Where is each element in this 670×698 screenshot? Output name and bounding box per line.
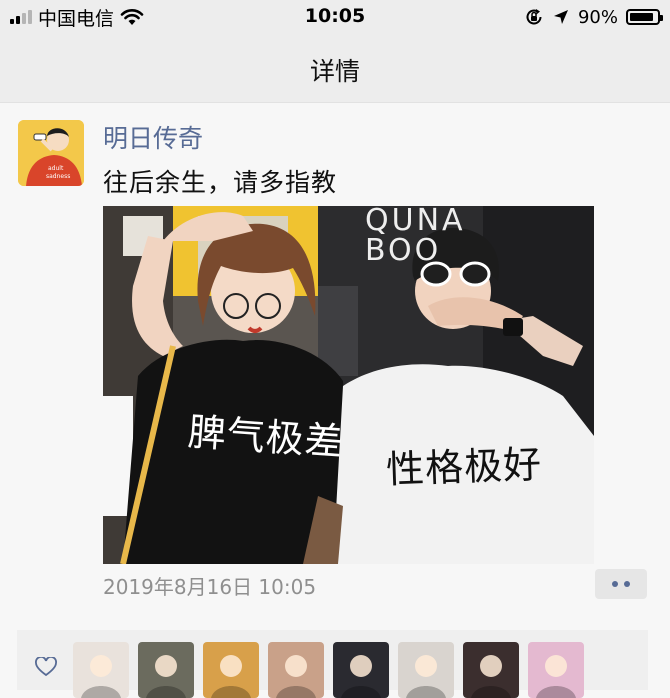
dot-icon xyxy=(612,581,618,587)
battery-icon xyxy=(626,9,663,25)
right-shirt-text: 性格极好 xyxy=(385,442,543,492)
liker-avatar[interactable] xyxy=(398,642,454,698)
more-actions-button[interactable] xyxy=(595,569,647,599)
liker-avatar[interactable] xyxy=(333,642,389,698)
left-shirt-text: 脾气极差 xyxy=(186,409,346,465)
heart-icon xyxy=(35,657,57,677)
navigation-bar: 详情 xyxy=(0,34,670,103)
user-avatar[interactable]: adult sadness xyxy=(18,120,84,186)
shop-sign-line1: QUNA xyxy=(365,206,466,238)
battery-percent: 90% xyxy=(577,6,618,28)
post-timestamp: 2019年8月16日 10:05 xyxy=(103,575,317,599)
page-title: 详情 xyxy=(309,57,360,86)
username-link[interactable]: 明日传奇 xyxy=(103,119,203,155)
likes-area xyxy=(17,630,648,698)
status-right: 90% xyxy=(524,5,663,29)
moment-post: adult sadness 明日传奇 往后余生，请多指教 QUNA BOO 脾气… xyxy=(0,103,670,698)
liker-avatar[interactable] xyxy=(203,642,259,698)
shop-sign-text: QUNA BOO xyxy=(365,206,466,266)
liker-avatar[interactable] xyxy=(73,642,129,698)
orientation-lock-icon xyxy=(526,9,542,25)
post-text: 往后余生，请多指教 xyxy=(103,168,338,197)
liker-avatar[interactable] xyxy=(463,642,519,698)
couple-photo-illustration xyxy=(103,206,594,564)
svg-text:adult: adult xyxy=(48,165,64,172)
liker-avatar[interactable] xyxy=(138,642,194,698)
liker-avatar[interactable] xyxy=(268,642,324,698)
status-bar: 中国电信 10:05 90% xyxy=(0,0,670,34)
svg-text:sadness: sadness xyxy=(46,173,70,180)
liker-avatar[interactable] xyxy=(528,642,584,698)
post-photo[interactable]: QUNA BOO 脾气极差 性格极好 xyxy=(103,206,594,564)
location-icon xyxy=(553,10,568,24)
dot-icon xyxy=(624,581,630,587)
shop-sign-line2: BOO xyxy=(365,233,442,268)
avatar-illustration: adult sadness xyxy=(18,120,84,186)
